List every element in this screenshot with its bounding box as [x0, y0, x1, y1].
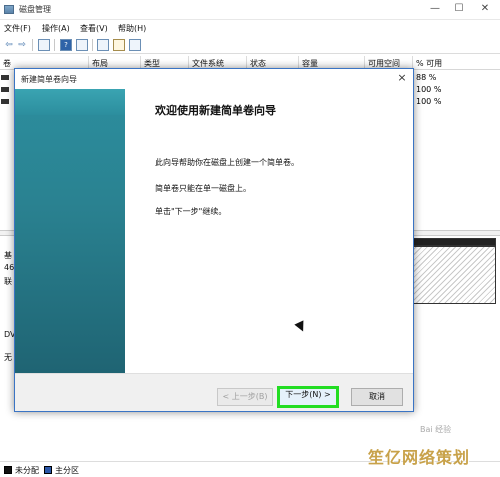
- volume-icon: [1, 87, 9, 92]
- window-title: 磁盘管理: [19, 5, 51, 14]
- disk0-label-line3: 联: [4, 277, 12, 286]
- main-titlebar: 磁盘管理 — ☐ ✕: [0, 0, 500, 20]
- no-media-label: 无: [4, 353, 12, 362]
- wizard-banner-image: [15, 89, 125, 373]
- legend-primary-label: 主分区: [55, 466, 79, 475]
- disk0-label-line1: 基: [4, 251, 12, 260]
- partition-header-bar: [410, 238, 496, 246]
- properties-icon[interactable]: [76, 39, 88, 51]
- partition-block[interactable]: [410, 246, 496, 304]
- dialog-close-icon[interactable]: ×: [395, 71, 409, 85]
- toolbar-separator: [54, 39, 55, 51]
- next-button[interactable]: 下一步(N) >: [277, 386, 339, 408]
- percent-free: 100 %: [416, 85, 442, 94]
- help-icon[interactable]: ?: [60, 39, 72, 51]
- disk-list-icon[interactable]: [129, 39, 141, 51]
- menu-view[interactable]: 查看(V): [80, 23, 108, 34]
- toolbar: ⇦ ⇨ ?: [0, 36, 500, 54]
- volume-icon: [1, 75, 9, 80]
- percent-free: 100 %: [416, 97, 442, 106]
- wizard-instruction: 单击"下一步"继续。: [155, 207, 227, 216]
- wizard-description: 此向导帮助你在磁盘上创建一个简单卷。: [155, 158, 299, 167]
- back-button[interactable]: < 上一步(B): [217, 388, 273, 406]
- forward-arrow-icon[interactable]: ⇨: [16, 39, 28, 51]
- toolbar-separator: [32, 39, 33, 51]
- dialog-titlebar: 新建简单卷向导 ×: [15, 69, 413, 89]
- back-arrow-icon[interactable]: ⇦: [3, 39, 15, 51]
- menu-help[interactable]: 帮助(H): [118, 23, 146, 34]
- menu-file[interactable]: 文件(F): [4, 23, 31, 34]
- legend-unallocated-swatch: [4, 466, 12, 474]
- wizard-heading: 欢迎使用新建简单卷向导: [155, 104, 276, 117]
- new-simple-volume-wizard: 新建简单卷向导 × 欢迎使用新建简单卷向导 此向导帮助你在磁盘上创建一个简单卷。…: [14, 68, 414, 412]
- close-button[interactable]: ✕: [474, 2, 496, 16]
- console-tree-icon[interactable]: [38, 39, 50, 51]
- disk0-label-line2: 46: [4, 263, 15, 272]
- wizard-banner-top: [15, 89, 125, 115]
- legend-primary-swatch: [44, 466, 52, 474]
- watermark-sub: Bai 经验: [420, 425, 452, 434]
- cancel-button[interactable]: 取消: [351, 388, 403, 406]
- disk-management-icon: [4, 5, 14, 14]
- percent-free: 88 %: [416, 73, 437, 82]
- dialog-title: 新建简单卷向导: [21, 75, 77, 84]
- wizard-note: 简单卷只能在单一磁盘上。: [155, 184, 251, 193]
- menu-bar: 文件(F) 操作(A) 查看(V) 帮助(H): [0, 20, 500, 36]
- check-icon[interactable]: [113, 39, 125, 51]
- connect-disk-icon[interactable]: [97, 39, 109, 51]
- watermark: 笙亿网络策划: [368, 448, 471, 467]
- legend-unallocated-label: 未分配: [15, 466, 39, 475]
- volume-icon: [1, 99, 9, 104]
- toolbar-separator: [92, 39, 93, 51]
- minimize-button[interactable]: —: [424, 2, 446, 16]
- col-volume[interactable]: 卷: [3, 58, 11, 69]
- menu-action[interactable]: 操作(A): [42, 23, 70, 34]
- maximize-button[interactable]: ☐: [448, 2, 470, 16]
- dialog-button-bar: < 上一步(B) 下一步(N) > 取消: [15, 373, 413, 411]
- col-percent-free[interactable]: % 可用: [416, 58, 442, 69]
